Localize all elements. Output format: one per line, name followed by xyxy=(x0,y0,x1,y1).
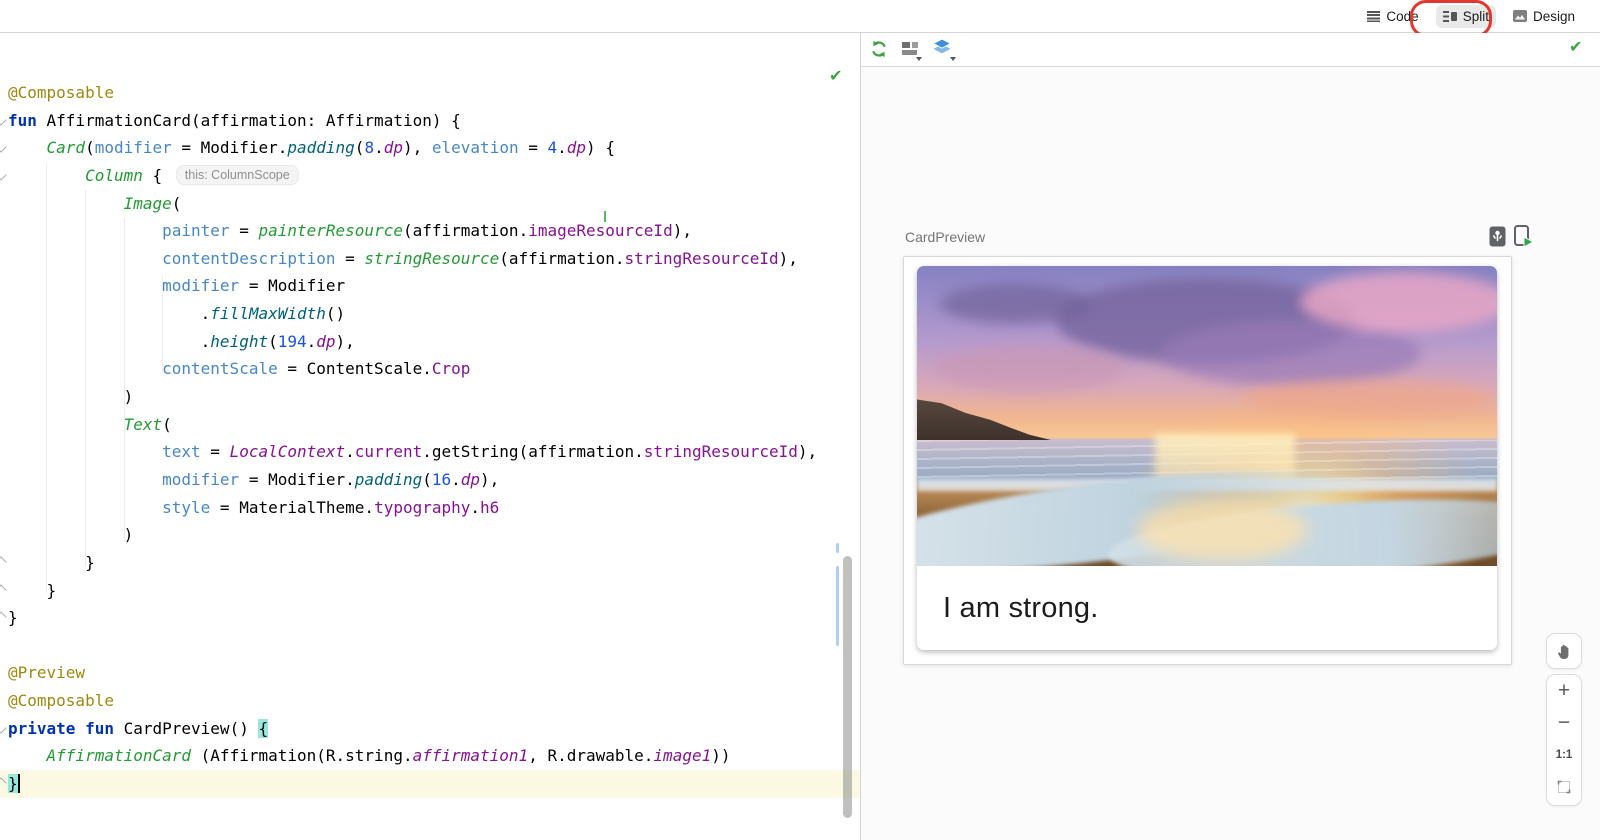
fold-marker-icon[interactable] xyxy=(0,584,7,595)
code-line[interactable]: modifier = Modifier.padding(16.dp), xyxy=(0,466,860,494)
stream-glow-art xyxy=(1137,500,1307,560)
layers-caret-icon xyxy=(950,57,956,61)
code-line[interactable]: contentDescription = stringResource(affi… xyxy=(0,245,860,273)
preview-ok-icon: ✔ xyxy=(1569,37,1582,56)
code-line[interactable]: style = MaterialTheme.typography.h6 xyxy=(0,494,860,522)
tab-design-label: Design xyxy=(1533,9,1575,24)
pan-button[interactable] xyxy=(1546,633,1582,669)
code-editor[interactable]: @Composablefun AffirmationCard(affirmati… xyxy=(0,33,860,840)
inline-marker xyxy=(604,211,606,222)
tab-split-label: Split xyxy=(1463,9,1489,24)
code-line[interactable]: Image( xyxy=(0,190,860,218)
code-line[interactable]: @Composable xyxy=(0,687,860,715)
code-line[interactable]: text = LocalContext.current.getString(af… xyxy=(0,438,860,466)
preview-toolbar: ✔ xyxy=(861,33,1600,67)
code-line[interactable]: ) xyxy=(0,521,860,549)
fold-marker-icon[interactable] xyxy=(0,169,7,180)
run-preview-on-device-icon[interactable] xyxy=(1514,225,1533,248)
interactive-preview-icon[interactable] xyxy=(1489,226,1506,247)
code-line[interactable]: fun AffirmationCard(affirmation: Affirma… xyxy=(0,107,860,135)
editor-inspections-ok-icon: ✔ xyxy=(829,66,842,85)
code-line[interactable]: Card(modifier = Modifier.padding(8.dp), … xyxy=(0,134,860,162)
code-line[interactable] xyxy=(0,632,860,660)
split-view-icon xyxy=(1443,11,1457,22)
code-line[interactable]: Column { this: ColumnScope xyxy=(0,162,860,190)
design-image-icon xyxy=(1513,10,1527,22)
code-lines: @Composablefun AffirmationCard(affirmati… xyxy=(0,79,860,798)
layers-icon[interactable] xyxy=(931,38,953,55)
fit-screen-icon xyxy=(1557,780,1571,794)
fold-marker-icon[interactable] xyxy=(0,556,7,567)
tab-split[interactable]: Split xyxy=(1436,5,1496,28)
cloud-art xyxy=(1300,272,1497,332)
code-line[interactable]: @Composable xyxy=(0,79,860,107)
editor-scrollbar[interactable] xyxy=(843,556,852,818)
fold-marker-icon[interactable] xyxy=(0,778,7,789)
card-text-area: I am strong. xyxy=(917,566,1497,650)
zoom-1-1-button[interactable]: 1:1 xyxy=(1547,739,1581,771)
code-line[interactable]: painter = painterResource(affirmation.im… xyxy=(0,217,860,245)
code-line[interactable]: @Preview xyxy=(0,659,860,687)
code-line[interactable]: .height(194.dp), xyxy=(0,328,860,356)
code-line[interactable]: } xyxy=(0,770,860,798)
fold-gutter xyxy=(0,33,10,840)
code-line[interactable]: contentScale = ContentScale.Crop xyxy=(0,355,860,383)
code-line[interactable]: Text( xyxy=(0,411,860,439)
code-line[interactable]: modifier = Modifier xyxy=(0,272,860,300)
fold-marker-icon[interactable] xyxy=(0,142,7,153)
zoom-controls: + − 1:1 xyxy=(1546,674,1582,806)
card-image xyxy=(917,266,1497,566)
fold-marker-icon[interactable] xyxy=(0,114,7,125)
cloud-art xyxy=(934,344,1124,392)
affirmation-text: I am strong. xyxy=(943,592,1099,625)
layout-variants-icon[interactable] xyxy=(902,42,919,56)
cloud-art xyxy=(1242,380,1492,416)
code-line[interactable]: ) xyxy=(0,383,860,411)
fold-marker-icon[interactable] xyxy=(0,612,7,623)
tab-design[interactable]: Design xyxy=(1506,5,1582,28)
code-line[interactable]: AffirmationCard (Affirmation(R.string.af… xyxy=(0,742,860,770)
view-mode-bar: Code Split Design xyxy=(0,0,1600,33)
fit-screen-button[interactable] xyxy=(1547,771,1581,803)
code-lines-icon xyxy=(1367,11,1380,22)
layout-variants-caret-icon xyxy=(916,57,922,61)
affirmation-card-preview: I am strong. xyxy=(917,266,1497,650)
preview-name-label: CardPreview xyxy=(905,229,985,245)
code-line[interactable]: } xyxy=(0,549,860,577)
scope-hint-chip: this: ColumnScope xyxy=(176,165,299,185)
refresh-icon[interactable] xyxy=(869,39,889,59)
code-line[interactable]: } xyxy=(0,577,860,605)
tab-code[interactable]: Code xyxy=(1360,5,1425,28)
fold-marker-icon[interactable] xyxy=(0,722,7,733)
zoom-in-button[interactable]: + xyxy=(1547,675,1581,707)
code-line[interactable]: } xyxy=(0,604,860,632)
tab-code-label: Code xyxy=(1386,9,1418,24)
change-marker xyxy=(836,543,839,553)
android-studio-split-view: Code Split Design @Composablefun Affirma… xyxy=(0,0,1600,840)
code-line[interactable]: .fillMaxWidth() xyxy=(0,300,860,328)
pan-hand-icon xyxy=(1556,643,1573,660)
code-line[interactable]: private fun CardPreview() { xyxy=(0,715,860,743)
cloud-art xyxy=(940,284,1090,324)
change-marker xyxy=(836,566,839,646)
zoom-out-button[interactable]: − xyxy=(1547,707,1581,739)
text-caret xyxy=(18,774,20,793)
